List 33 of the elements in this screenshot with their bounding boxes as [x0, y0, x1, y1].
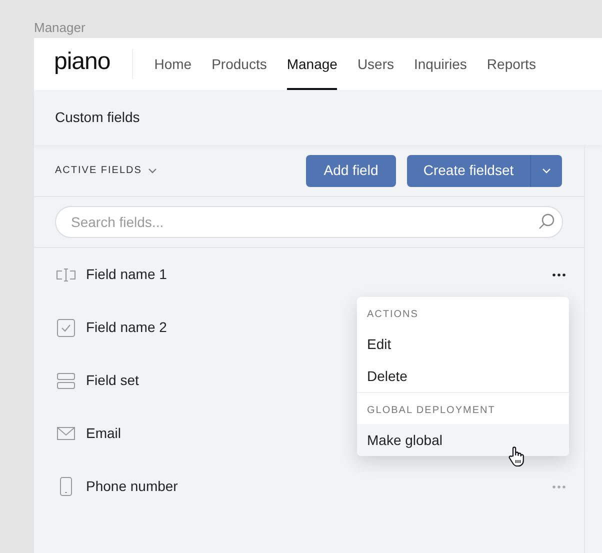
menu-heading: GLOBAL DEPLOYMENT [366, 404, 496, 418]
filter-dropdown[interactable]: ACTIVE FIELDS [55, 163, 157, 178]
menu-heading: ACTIONS [366, 308, 420, 322]
nav-tab[interactable]: Users [357, 38, 394, 90]
checkbox-icon [56, 318, 74, 336]
page-title: Custom fields [34, 90, 602, 145]
window-title: Manager [33, 19, 86, 37]
search-field[interactable]: Search fields... [55, 206, 563, 238]
field-name: Email [86, 424, 122, 443]
menu-item[interactable]: Edit [357, 328, 569, 360]
menu-item[interactable]: Make global [357, 424, 569, 456]
logo: piano [54, 49, 134, 79]
dropdown-button[interactable] [531, 154, 562, 186]
chevron-down-icon [148, 168, 157, 174]
field-name: Field name 1 [86, 265, 167, 284]
text-input-icon [56, 268, 76, 282]
add-field-button[interactable]: Add field [306, 154, 396, 186]
nav-tab[interactable]: Products [212, 38, 267, 90]
nav-tab[interactable]: Manage [286, 38, 338, 90]
field-name: Field set [86, 371, 139, 390]
field-name: Phone number [86, 477, 178, 496]
nav-tab[interactable]: Inquiries [414, 38, 467, 90]
nav-tab[interactable]: Reports [486, 38, 536, 90]
envelope-icon [56, 427, 74, 440]
create-fieldset-button[interactable]: Create fieldset [407, 154, 531, 186]
phone-icon [60, 477, 72, 496]
nav-tab[interactable]: Home [154, 38, 192, 90]
chevron-down-icon [542, 168, 551, 174]
menu-item[interactable]: Delete [357, 360, 569, 392]
hand-cursor-icon [508, 446, 525, 467]
search-icon [538, 213, 555, 230]
field-name: Field name 2 [86, 318, 167, 337]
stacked-rows-icon [56, 372, 74, 388]
